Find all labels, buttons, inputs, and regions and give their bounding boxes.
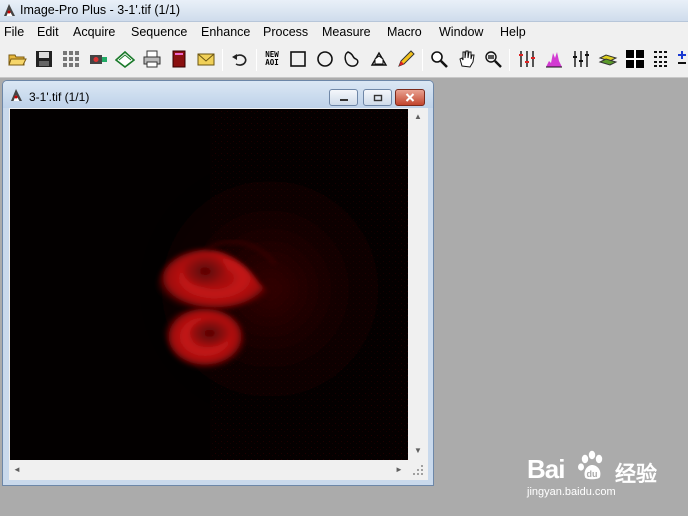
watermark-brand: Bai: [527, 454, 565, 484]
menu-help[interactable]: Help: [500, 25, 526, 39]
image-window-title-bar[interactable]: 3-1'.tif (1/1): [3, 81, 433, 108]
vertical-scrollbar[interactable]: ▲ ▼: [409, 108, 426, 460]
svg-text:du: du: [587, 469, 598, 479]
app-title-bar[interactable]: Image-Pro Plus - 3-1'.tif (1/1): [0, 0, 688, 22]
image-window-icon: [11, 89, 22, 101]
open-folder-icon[interactable]: [6, 47, 28, 71]
minimize-button[interactable]: [329, 89, 358, 106]
menu-measure[interactable]: Measure: [322, 25, 371, 39]
toolbar-separator: [256, 49, 257, 71]
scroll-down-arrow[interactable]: ▼: [414, 446, 422, 455]
menu-bar: File Edit Acquire Sequence Enhance Proce…: [0, 22, 688, 42]
image-window-client-area: ▲ ▼ ◄ ►: [9, 108, 428, 480]
image-window[interactable]: 3-1'.tif (1/1) ▲ ▼ ◄ ►: [2, 80, 434, 486]
irregular-aoi-icon[interactable]: [341, 47, 363, 71]
toolbar-separator: [509, 49, 510, 71]
zoom-icon[interactable]: [428, 47, 450, 71]
histogram-icon[interactable]: [543, 47, 565, 71]
menu-macro[interactable]: Macro: [387, 25, 422, 39]
fluorescence-image: [10, 109, 408, 460]
baidu-jingyan-watermark: Bai du 经验 jingyan.baidu.com: [527, 442, 687, 502]
database-icon[interactable]: [168, 47, 190, 71]
image-window-title: 3-1'.tif (1/1): [29, 90, 90, 104]
scroll-up-arrow[interactable]: ▲: [414, 112, 422, 121]
new-aoi-label-bottom: AOI: [265, 58, 279, 67]
menu-acquire[interactable]: Acquire: [73, 25, 115, 39]
new-aoi-icon[interactable]: NEW AOI: [261, 47, 283, 71]
app-title: Image-Pro Plus - 3-1'.tif (1/1): [20, 3, 181, 17]
scanner-icon[interactable]: [114, 47, 136, 71]
line-profile-icon[interactable]: [570, 47, 592, 71]
close-button[interactable]: [395, 89, 425, 106]
toolbar: NEW AOI: [0, 42, 688, 78]
tiles-icon[interactable]: [624, 47, 646, 71]
app-logo-icon: [4, 4, 15, 16]
watermark-url: jingyan.baidu.com: [527, 486, 616, 498]
baidu-paw-icon: du: [578, 450, 603, 480]
resize-grip-icon[interactable]: [412, 464, 425, 477]
restore-button[interactable]: [363, 89, 392, 106]
rectangle-aoi-icon[interactable]: [287, 47, 309, 71]
camera-icon[interactable]: [87, 47, 109, 71]
restore-icon: [373, 94, 382, 101]
magic-wand-icon[interactable]: [368, 47, 390, 71]
pan-hand-icon[interactable]: [455, 47, 477, 71]
menu-enhance[interactable]: Enhance: [201, 25, 250, 39]
scroll-right-arrow[interactable]: ►: [395, 465, 403, 474]
undo-icon[interactable]: [229, 47, 251, 71]
pencil-icon[interactable]: [395, 47, 417, 71]
grid-icon[interactable]: [60, 47, 82, 71]
layers-icon[interactable]: [597, 47, 619, 71]
menu-sequence[interactable]: Sequence: [131, 25, 187, 39]
scroll-left-arrow[interactable]: ◄: [13, 465, 21, 474]
ellipse-aoi-icon[interactable]: [314, 47, 336, 71]
print-icon[interactable]: [141, 47, 163, 71]
menu-edit[interactable]: Edit: [37, 25, 59, 39]
menu-process[interactable]: Process: [263, 25, 308, 39]
toolbar-separator: [422, 49, 423, 71]
close-icon: [405, 93, 415, 102]
watermark-product: 经验: [615, 463, 657, 486]
plus-icon[interactable]: [676, 47, 688, 71]
mail-icon[interactable]: [195, 47, 217, 71]
menu-file[interactable]: File: [4, 25, 24, 39]
grid-pattern-icon[interactable]: [651, 47, 673, 71]
contrast-icon[interactable]: [516, 47, 538, 71]
toolbar-separator: [222, 49, 223, 71]
zoom-window-icon[interactable]: [482, 47, 504, 71]
micrograph-image[interactable]: [10, 109, 408, 460]
menu-window[interactable]: Window: [439, 25, 483, 39]
minimize-icon: [339, 98, 348, 101]
horizontal-scrollbar[interactable]: ◄ ►: [9, 461, 409, 478]
save-icon[interactable]: [33, 47, 55, 71]
